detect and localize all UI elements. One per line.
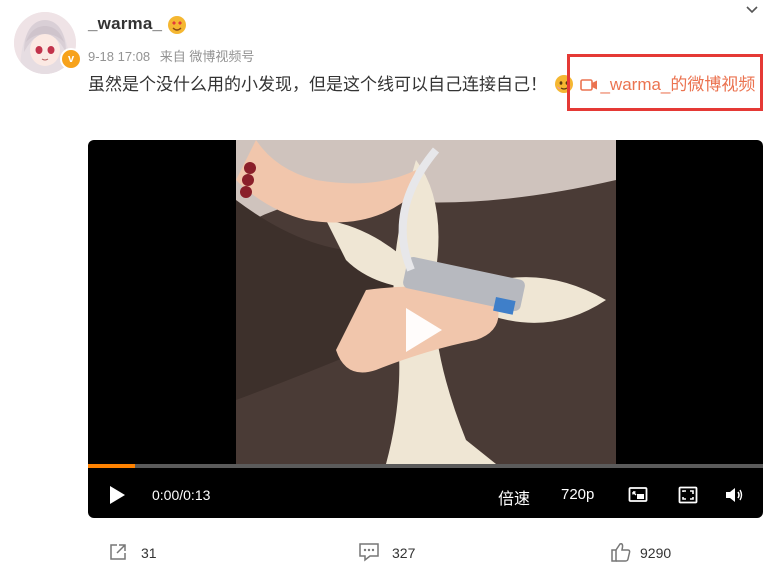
video-channel-link[interactable]: _warma_的微博视频 <box>580 75 755 94</box>
share-icon <box>110 544 126 560</box>
username[interactable]: _warma_ <box>88 14 162 34</box>
post-meta: 9-18 17:08 来自 微博视频号 <box>88 46 260 65</box>
comment-button[interactable]: 327 <box>358 540 438 564</box>
like-button[interactable]: 9290 <box>610 540 700 564</box>
post-body: 虽然是个没什么用的小发现，但是这个线可以自己连接自己！ <box>88 75 547 94</box>
timestamp[interactable]: 9-18 17:08 <box>88 49 150 64</box>
picture-in-picture-icon[interactable] <box>628 486 648 504</box>
video-thumbnail <box>236 140 616 464</box>
video-player[interactable]: 0:00/0:13 倍速 720p <box>88 140 763 518</box>
verified-icon: v <box>60 48 82 70</box>
share-count: 31 <box>141 545 157 561</box>
speed-button[interactable]: 倍速 <box>498 485 530 509</box>
play-icon[interactable] <box>110 486 125 504</box>
chevron-down-icon[interactable] <box>744 2 760 18</box>
weibo-post-card: v _warma_ 9-18 17:08 来自 微博视频号 虽然是个没什么用的小… <box>0 0 777 579</box>
like-icon <box>611 543 631 562</box>
camera-icon <box>580 79 598 91</box>
progress-bar[interactable] <box>88 464 763 468</box>
fullscreen-icon[interactable] <box>678 486 698 504</box>
progress-fill <box>88 464 136 468</box>
video-channel-link-label: _warma_的微博视频 <box>600 75 756 94</box>
like-count: 9290 <box>640 545 672 561</box>
comment-count: 327 <box>392 545 416 561</box>
volume-icon[interactable] <box>724 486 744 504</box>
post-text: 虽然是个没什么用的小发现，但是这个线可以自己连接自己！ _warma_的微博视频 <box>88 70 760 100</box>
emoji-icon <box>168 16 186 34</box>
video-time: 0:00/0:13 <box>152 487 211 503</box>
play-icon[interactable] <box>406 308 442 352</box>
share-button[interactable]: 31 <box>108 540 178 564</box>
quality-button[interactable]: 720p <box>561 486 594 503</box>
comment-icon <box>359 543 379 562</box>
emoji-icon <box>554 75 573 93</box>
post-source: 来自 微博视频号 <box>159 49 255 64</box>
